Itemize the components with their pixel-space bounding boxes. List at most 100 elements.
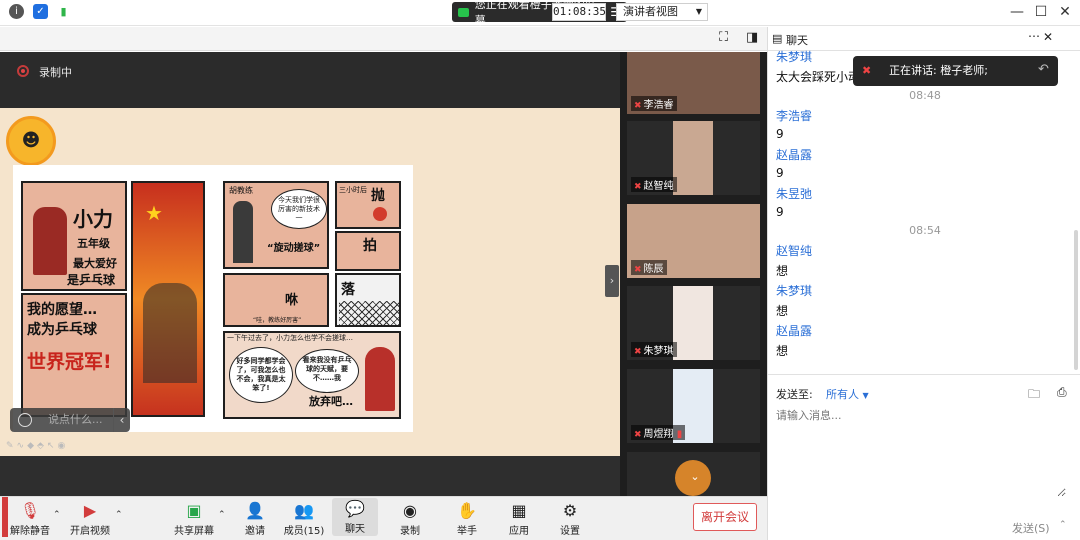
video-tile-name: ✖ 李浩睿 xyxy=(631,96,677,111)
chevron-down-icon[interactable]: ⌄ xyxy=(684,470,706,484)
chat-button[interactable]: 💬 聊天 xyxy=(332,498,378,536)
video-tile[interactable]: ✖ 赵智纯 xyxy=(627,121,760,195)
chat-sender: 赵晶露 xyxy=(776,148,813,162)
boy-figure-icon xyxy=(33,207,67,275)
comic-panel-giveup: 一下午过去了，小力怎么也学不会搓球… 好多同学都学会了，可我怎么也不会，我真是太… xyxy=(223,331,401,419)
comic-hobby-line1: 最大爱好 xyxy=(73,257,117,270)
record-button[interactable]: ◉ 录制 xyxy=(380,500,440,537)
thought-bubble-left: 好多同学都学会了，可我怎么也不会，我真是太笨了! xyxy=(229,347,293,403)
paddle-icon xyxy=(373,207,387,221)
chat-sender: 朱梦琪 xyxy=(776,50,813,64)
more-options-icon[interactable]: ⋯ xyxy=(1028,29,1040,43)
send-to-label: 发送至: xyxy=(776,388,813,401)
chat-sender: 朱昱弛 xyxy=(776,187,813,201)
star-icon: ★ xyxy=(145,201,163,225)
players-silhouette-icon xyxy=(143,283,197,383)
signal-icon[interactable]: ▮ xyxy=(56,4,71,19)
comic-coach-praise: “哇，教练好厉害” xyxy=(253,317,302,324)
emoji-icon[interactable] xyxy=(18,413,32,427)
chat-sender: 李浩睿 xyxy=(776,109,813,123)
fullscreen-icon[interactable]: ⛶ xyxy=(719,30,728,45)
mic-off-icon: ✖ xyxy=(862,64,872,77)
comic-throw: 抛 xyxy=(371,188,385,204)
comic-champion: 世界冠军! xyxy=(27,351,112,373)
chat-scrollbar[interactable] xyxy=(1074,230,1078,370)
minimize-button[interactable]: — xyxy=(1006,2,1028,22)
participant-video xyxy=(673,121,713,195)
leave-meeting-button[interactable]: 离开会议 xyxy=(693,503,757,531)
chat-message-text: 9 xyxy=(776,166,784,180)
maximize-button[interactable]: ☐ xyxy=(1030,2,1052,22)
members-icon: 👥 xyxy=(294,501,314,520)
unmute-button[interactable]: 🎙 解除静音 xyxy=(0,500,60,537)
video-tile[interactable]: ✖ 陈辰 xyxy=(627,204,760,278)
mic-off-icon: ✖ xyxy=(634,101,642,111)
video-tile[interactable]: ✖ 朱梦琪 xyxy=(627,286,760,360)
record-icon: ◉ xyxy=(403,501,417,520)
close-window-button[interactable]: ✕ xyxy=(1054,2,1076,22)
raise-hand-button[interactable]: ✋ 举手 xyxy=(437,500,497,537)
video-off-icon: ▶ xyxy=(83,501,97,520)
screen-share-icon xyxy=(458,7,469,17)
video-tile[interactable]: ✖ 周煜翔 ▮ xyxy=(627,369,760,443)
chat-timestamp: 08:54 xyxy=(909,224,941,237)
recording-label: 录制中 xyxy=(39,66,72,79)
mic-off-icon: 🎙 xyxy=(19,501,41,520)
comic-coach-label: 胡教练 xyxy=(229,186,253,195)
divider xyxy=(768,374,1080,375)
comic-hobby-line2: 是乒乓球 xyxy=(67,273,116,287)
meeting-timer: 01:08:35 xyxy=(552,3,606,21)
comic-wish-line2: 成为乒乓球 xyxy=(27,322,97,338)
comic-swish: 咻 xyxy=(285,293,299,308)
view-mode-dropdown[interactable]: 演讲者视图 ▼ xyxy=(616,3,708,21)
shield-icon[interactable]: ✓ xyxy=(33,4,48,19)
settings-button[interactable]: ⚙ 设置 xyxy=(540,500,600,537)
coach-figure-icon xyxy=(233,201,253,263)
chat-sender: 朱梦琪 xyxy=(776,284,813,298)
send-button[interactable]: 发送(S) xyxy=(1012,520,1050,536)
comic-panel-intro: 小力 五年级 最大爱好 是乒乓球 xyxy=(21,181,127,291)
chat-message-input[interactable] xyxy=(776,407,1066,497)
undo-icon[interactable]: ↶ xyxy=(1038,62,1049,77)
coach-speech-bubble: 今天我们学很厉害的新技术一 xyxy=(271,189,327,229)
share-screen-icon: ▣ xyxy=(186,501,202,520)
meeting-toolbar xyxy=(0,27,767,51)
recording-bar xyxy=(0,52,620,108)
comic-panel-coach: 胡教练 今天我们学很厉害的新技术一 “旋动搓球” xyxy=(223,181,329,269)
file-icon[interactable]: 🗀 xyxy=(1028,385,1040,406)
comic-grade: 五年级 xyxy=(77,237,110,250)
video-tile[interactable]: ✖ 李浩睿 xyxy=(627,52,760,114)
comic-panel-throw: 三小时后 抛 xyxy=(335,181,401,229)
comic-wish-line1: 我的愿望… xyxy=(27,302,97,318)
recording-icon xyxy=(17,65,29,77)
start-video-button[interactable]: ▶ 开启视频 xyxy=(60,500,120,537)
view-mode-label: 演讲者视图 xyxy=(623,5,678,18)
chat-message-text: 9 xyxy=(776,205,784,219)
chat-message-text: 想 xyxy=(776,264,789,278)
info-icon[interactable]: i xyxy=(9,4,24,19)
share-screen-button[interactable]: ▣ 共享屏幕 xyxy=(164,500,224,537)
comic-narration: 一下午过去了，小力怎么也学不会搓球… xyxy=(227,334,353,342)
chat-sender: 赵晶露 xyxy=(776,324,813,338)
close-chat-icon[interactable]: ✕ xyxy=(1043,30,1053,44)
active-speaker-popup: 正在讲话: 橙子老师; xyxy=(853,56,1058,86)
comic-panel-wish: 我的愿望… 成为乒乓球 世界冠军! xyxy=(21,293,127,417)
chat-message-text: 太大会踩死小动 xyxy=(776,70,854,84)
members-button[interactable]: 👥 成员(15) xyxy=(274,500,334,537)
send-to-dropdown[interactable]: 所有人 ▼ xyxy=(826,386,869,402)
side-panel-icon[interactable]: ◨ xyxy=(746,30,758,45)
mic-off-icon: ✖ xyxy=(634,347,642,357)
mic-off-icon: ✖ xyxy=(634,430,642,440)
chat-message-text: 想 xyxy=(776,344,789,358)
hand-icon: ✋ xyxy=(457,501,477,520)
chevron-up-icon[interactable]: ⌃ xyxy=(1059,520,1067,530)
chevron-left-icon[interactable]: ‹ xyxy=(113,408,130,432)
collapse-gallery-button[interactable]: › xyxy=(605,265,619,297)
chevron-up-icon[interactable]: ⌃ xyxy=(115,510,123,520)
annotation-tools[interactable]: ✎∿◆⬘↖◉ xyxy=(6,441,68,451)
chat-timestamp: 08:48 xyxy=(909,89,941,102)
screenshot-icon[interactable]: ⎙ xyxy=(1057,385,1067,400)
chat-message-text: 9 xyxy=(776,127,784,141)
chat-message-text: 想 xyxy=(776,304,789,318)
chat-icon: ▤ xyxy=(772,32,783,45)
